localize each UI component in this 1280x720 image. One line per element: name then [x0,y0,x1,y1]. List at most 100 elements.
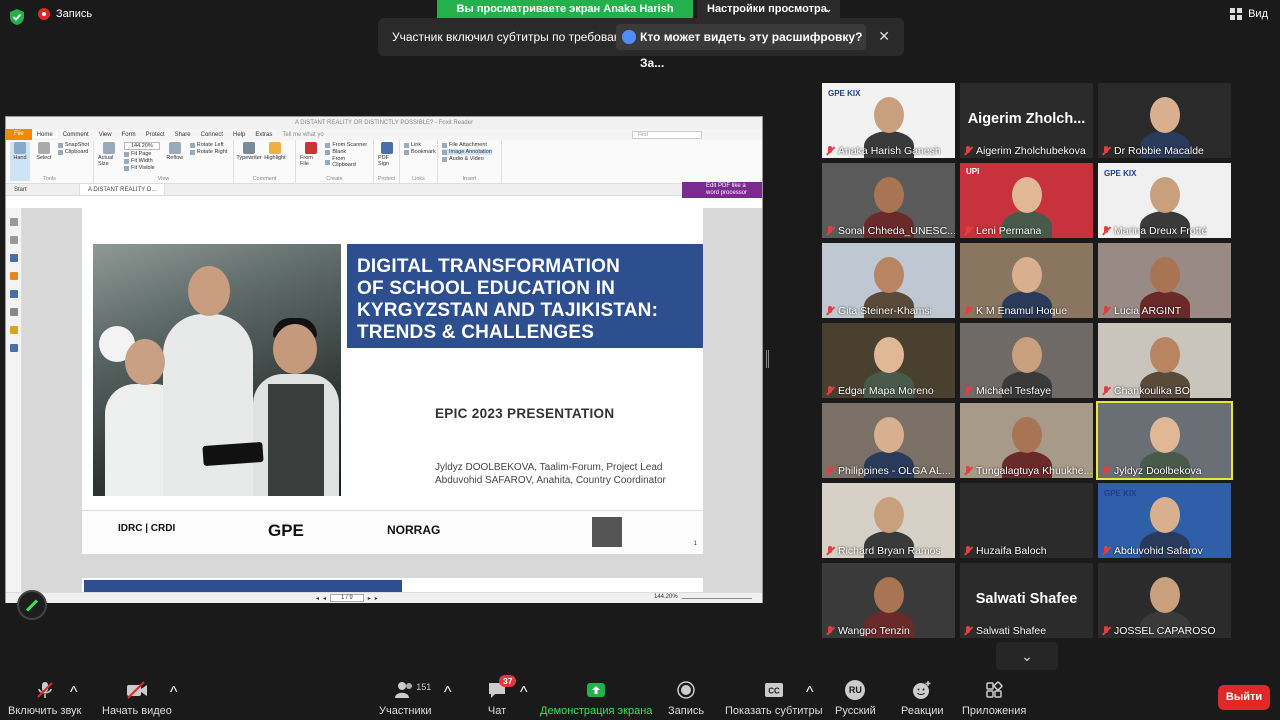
captions-options-caret[interactable]: ^ [806,684,814,702]
view-settings-label: Настройки просмотра [707,3,827,15]
rotate-left-button[interactable]: Rotate Left [189,142,228,148]
fit-page-button[interactable]: Fit Page [124,151,160,157]
participant-tile[interactable]: GPE KIX Anaka Harish Ganesh [822,83,955,158]
mic-muted-icon [1101,146,1111,156]
tab-home[interactable]: Home [31,131,58,138]
participant-tile[interactable]: UPI Leni Permana [960,163,1093,238]
next-page-icon[interactable]: ▸ [368,595,371,602]
tab-connect[interactable]: Connect [196,132,228,138]
participants-button[interactable]: 151 Участники [379,680,432,717]
page-navigator[interactable]: ◂ ◂ 1 / 9 ▸ ▸ [316,594,378,602]
participants-options-caret[interactable]: ^ [444,684,452,702]
document-view[interactable]: DIGITAL TRANSFORMATION OF SCHOOL EDUCATI… [6,208,762,592]
tab-document[interactable]: A DISTANT REALITY O... [80,184,166,195]
tab-protect[interactable]: Protect [141,132,170,138]
participant-tile[interactable]: GPE KIX Abduvohid Safarov [1098,483,1231,558]
split-view-handle[interactable] [766,350,769,368]
audio-video-button[interactable]: Audio & Video [442,156,492,162]
file-attachment-button[interactable]: File Attachment [442,142,492,148]
start-video-button[interactable]: Начать видео [102,680,172,717]
tab-extras[interactable]: Extras [250,132,277,138]
participant-tile[interactable]: Philippines - OLGA AL... [822,403,955,478]
chat-options-caret[interactable]: ^ [520,684,528,702]
snapshot-button[interactable]: SnapShot [57,142,89,148]
audio-options-caret[interactable]: ^ [70,684,78,702]
reactions-button[interactable]: Реакции [901,680,944,717]
mic-muted-icon [963,226,973,236]
edit-pdf-banner[interactable]: Edit PDF like a word processor [682,182,762,198]
participant-tile[interactable]: Huzaifa Baloch [960,483,1093,558]
participant-tile[interactable]: K M Enamul Hoque [960,243,1093,318]
page-thumbnail-icon[interactable] [9,218,18,226]
mic-muted-icon [825,546,835,556]
participant-tile[interactable]: Richard Bryan Ramos [822,483,955,558]
participant-tile[interactable]: JOSSEL CAPAROSO [1098,563,1231,638]
blank-button[interactable]: Blank [325,149,369,155]
link-button[interactable]: Link [404,142,436,148]
zoom-select[interactable]: 144.20% [124,142,160,150]
apps-button[interactable]: Приложения [962,680,1026,717]
share-screen-button[interactable]: Демонстрация экрана [540,680,652,717]
first-page-icon[interactable]: ◂ [316,595,319,602]
signature-icon[interactable] [9,308,18,316]
comments-icon[interactable] [9,272,18,280]
participant-tile[interactable]: Tungalagtuya Khuukhe... [960,403,1093,478]
chat-button[interactable]: 37 Чат [487,675,517,717]
caption-notice-text: Участник включил субтитры по требованию [392,30,637,44]
zoom-slider[interactable] [682,598,752,599]
bookmark-button[interactable]: Bookmark [404,149,436,155]
find-input[interactable]: Find [632,130,702,139]
language-button[interactable]: RU Русский [835,680,876,717]
last-page-icon[interactable]: ▸ [375,595,378,602]
fit-width-button[interactable]: Fit Width [124,158,160,164]
pages-icon[interactable] [9,236,18,244]
lock-icon[interactable] [9,326,18,334]
participant-tile[interactable]: Lucia ARGINT [1098,243,1231,318]
prev-page-icon[interactable]: ◂ [323,595,326,602]
participant-tile[interactable]: Michael Tesfaye [960,323,1093,398]
participant-tile[interactable]: Sonal Chheda_UNESC... [822,163,955,238]
tab-comment[interactable]: Comment [58,132,94,138]
recording-indicator[interactable]: Запись [38,8,92,20]
zoom-level[interactable]: 144.20% [654,594,678,600]
transcript-visibility-label: Кто может видеть эту расшифровку? За... [640,30,863,70]
tab-share[interactable]: Share [170,132,196,138]
tab-start[interactable]: Start [6,184,80,195]
layers-icon[interactable] [9,254,18,262]
tab-file[interactable]: File [6,129,32,140]
participant-tile[interactable]: Jyldyz Doolbekova [1096,401,1233,480]
record-button[interactable]: Запись [668,680,704,717]
shield-icon[interactable] [10,9,24,25]
gallery-next-page-button[interactable]: ⌄ [996,642,1058,670]
from-scanner-button[interactable]: From Scanner [325,142,369,148]
tell-me-input[interactable]: Tell me what yo [277,132,328,138]
participant-tile[interactable]: Dr Robbie Macalde [1098,83,1231,158]
participant-tile[interactable]: Aigerim Zholch... Aigerim Zholchubekova [960,83,1093,158]
page-input[interactable]: 1 / 9 [330,594,364,602]
tab-form[interactable]: Form [117,132,141,138]
image-annotation-button[interactable]: Image Annotation [442,149,492,155]
clipboard-button[interactable]: Clipboard [57,149,89,155]
participant-tile[interactable]: Wangpo Tenzin [822,563,955,638]
attachment-icon[interactable] [9,290,18,298]
participant-tile[interactable]: Chankoulika BO [1098,323,1231,398]
leave-button[interactable]: Выйти [1218,685,1270,710]
fit-visible-button[interactable]: Fit Visible [124,165,160,171]
tab-view[interactable]: View [94,132,117,138]
typewriter-icon [243,142,255,154]
tab-help[interactable]: Help [228,132,250,138]
participant-tile[interactable]: Salwati Shafee Salwati Shafee [960,563,1093,638]
participant-tile[interactable]: Edgar Mapa Moreno [822,323,955,398]
transcript-visibility-button[interactable]: Кто может видеть эту расшифровку? За... [616,24,866,70]
from-clipboard-button[interactable]: From Clipboard [325,156,369,168]
annotate-pencil-icon[interactable] [17,590,47,620]
view-button[interactable]: Вид [1230,8,1268,20]
video-options-caret[interactable]: ^ [170,684,178,702]
participant-display-name: Aigerim Zholch... [967,111,1086,127]
close-icon[interactable]: ✕ [878,28,890,45]
participant-tile[interactable]: Gita Steiner-Khamsi [822,243,955,318]
search-icon[interactable] [9,344,18,352]
participant-tile[interactable]: GPE KIX Marina Dreux Frotté [1098,163,1231,238]
rotate-right-button[interactable]: Rotate Right [189,149,227,155]
view-settings-menu[interactable]: Настройки просмотра ⌄ [697,0,840,18]
